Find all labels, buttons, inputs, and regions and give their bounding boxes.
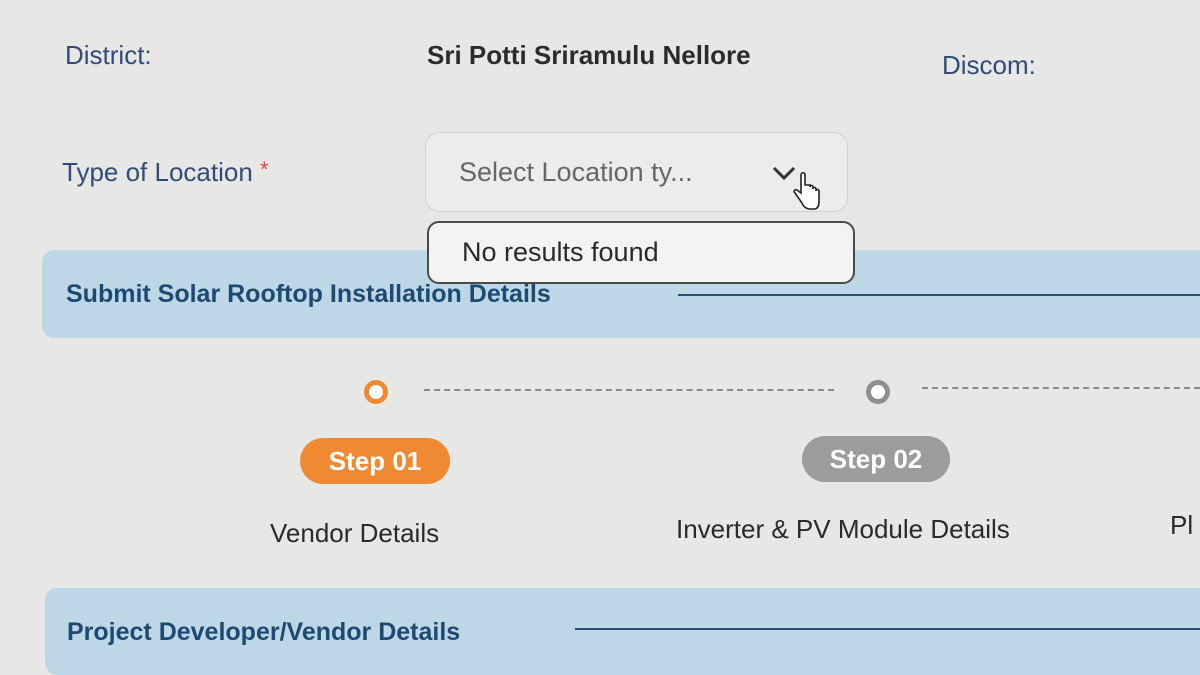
vendor-section-divider — [575, 628, 1200, 630]
vendor-section-title: Project Developer/Vendor Details — [67, 618, 461, 646]
dropdown-empty-message: No results found — [462, 237, 659, 267]
step-02-pill[interactable]: Step 02 — [802, 436, 950, 482]
required-marker: * — [260, 157, 269, 182]
step-connector-2 — [922, 387, 1200, 389]
discom-label: Discom: — [942, 50, 1036, 80]
vendor-section-banner: Project Developer/Vendor Details — [45, 588, 1200, 675]
step-02-marker — [866, 380, 890, 404]
location-dropdown[interactable]: No results found — [427, 221, 855, 284]
location-type-label-text: Type of Location — [62, 157, 253, 187]
district-label: District: — [65, 40, 152, 70]
step-01-pill[interactable]: Step 01 — [300, 438, 450, 484]
location-type-select[interactable]: Select Location ty... — [425, 132, 848, 212]
step-connector-1 — [424, 389, 834, 391]
step-02-caption: Inverter & PV Module Details — [676, 514, 1010, 544]
submit-section-title: Submit Solar Rooftop Installation Detail… — [66, 280, 551, 308]
step-01-marker — [364, 380, 388, 404]
hand-pointer-icon — [793, 171, 820, 210]
location-type-label: Type of Location * — [62, 157, 269, 188]
step-03-caption: Pl — [1170, 510, 1194, 540]
step-01-caption: Vendor Details — [270, 518, 440, 548]
select-placeholder: Select Location ty... — [459, 157, 693, 187]
district-value: Sri Potti Sriramulu Nellore — [427, 40, 751, 70]
submit-section-divider — [678, 294, 1200, 296]
